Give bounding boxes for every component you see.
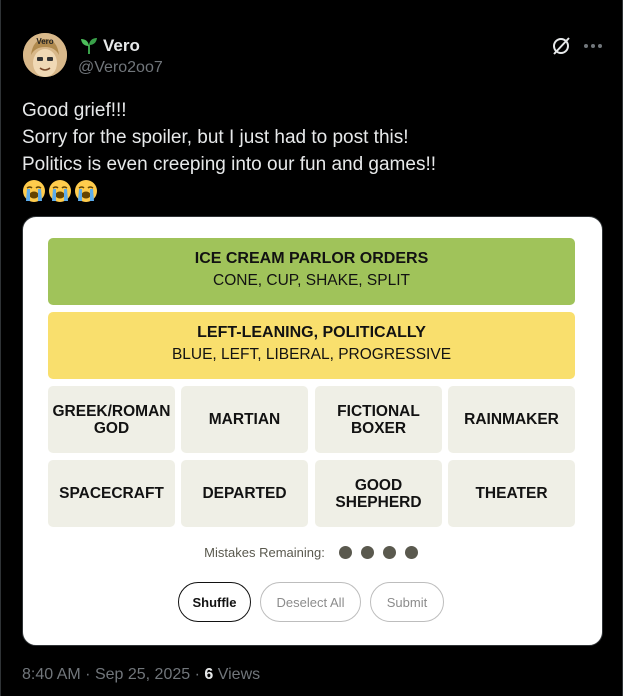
word-tile[interactable]: SPACECRAFT [48, 460, 175, 527]
handle[interactable]: @Vero2oo7 [78, 59, 163, 77]
word-tile[interactable]: DEPARTED [181, 460, 308, 527]
sprout-icon [81, 38, 97, 54]
mistake-dot [361, 546, 375, 559]
word-tile[interactable]: FICTIONAL BOXER [315, 386, 442, 453]
mistake-dot [339, 546, 353, 559]
word-tile[interactable]: GREEK/ROMAN GOD [48, 386, 175, 453]
solved-group-yellow: LEFT-LEANING, POLITICALLY BLUE, LEFT, LI… [48, 312, 575, 379]
loudly-crying-face-icon [75, 180, 97, 202]
word-tile[interactable]: MARTIAN [181, 386, 308, 453]
author-name-row[interactable]: Vero [79, 36, 140, 56]
group-title: LEFT-LEANING, POLITICALLY [197, 324, 426, 341]
mistakes-remaining: Mistakes Remaining: [23, 545, 602, 560]
group-title: ICE CREAM PARLOR ORDERS [194, 250, 429, 267]
meta-separator: · [85, 666, 95, 683]
solved-group-green: ICE CREAM PARLOR ORDERS CONE, CUP, SHAKE… [48, 238, 575, 305]
views-count: 6 [204, 666, 214, 683]
avatar-illustration: Vero [23, 33, 67, 77]
group-words: BLUE, LEFT, LIBERAL, PROGRESSIVE [171, 346, 452, 363]
loudly-crying-face-icon [23, 180, 45, 202]
more-options-icon[interactable] [582, 35, 604, 57]
tweet-date[interactable]: Sep 25, 2025 [95, 666, 190, 683]
svg-text:Vero: Vero [36, 37, 53, 46]
tweet-line: Sorry for the spoiler, but I just had to… [22, 127, 409, 148]
group-words: CONE, CUP, SHAKE, SPLIT [213, 272, 410, 289]
mistakes-label: Mistakes Remaining: [204, 545, 325, 560]
deselect-all-button[interactable]: Deselect All [260, 582, 361, 622]
meta-separator: · [194, 666, 205, 683]
grok-icon[interactable] [550, 35, 572, 57]
tweet-line: Good grief!!! [22, 100, 127, 121]
emoji-row [22, 179, 602, 203]
word-tile[interactable]: RAINMAKER [448, 386, 575, 453]
display-name[interactable]: Vero [103, 36, 140, 56]
shuffle-button[interactable]: Shuffle [178, 582, 251, 622]
tweet-time[interactable]: 8:40 AM [22, 666, 81, 683]
attached-image[interactable]: ICE CREAM PARLOR ORDERS CONE, CUP, SHAKE… [22, 216, 603, 646]
views-label: Views [217, 666, 261, 683]
tweet-text: Good grief!!! Sorry for the spoiler, but… [22, 97, 602, 203]
mistake-dots [335, 546, 423, 559]
submit-button[interactable]: Submit [370, 582, 444, 622]
avatar[interactable]: Vero [23, 33, 67, 77]
tweet-meta: 8:40 AM · Sep 25, 2025 · 6 Views [22, 666, 260, 684]
mistake-dot [405, 546, 419, 559]
loudly-crying-face-icon [49, 180, 71, 202]
tweet-container: Vero Vero @Vero2oo7 Good grief!!! Sorry … [0, 0, 623, 696]
mistake-dot [383, 546, 397, 559]
word-tile[interactable]: THEATER [448, 460, 575, 527]
word-tile[interactable]: GOOD SHEPHERD [315, 460, 442, 527]
tweet-line: Politics is even creeping into our fun a… [22, 154, 437, 175]
